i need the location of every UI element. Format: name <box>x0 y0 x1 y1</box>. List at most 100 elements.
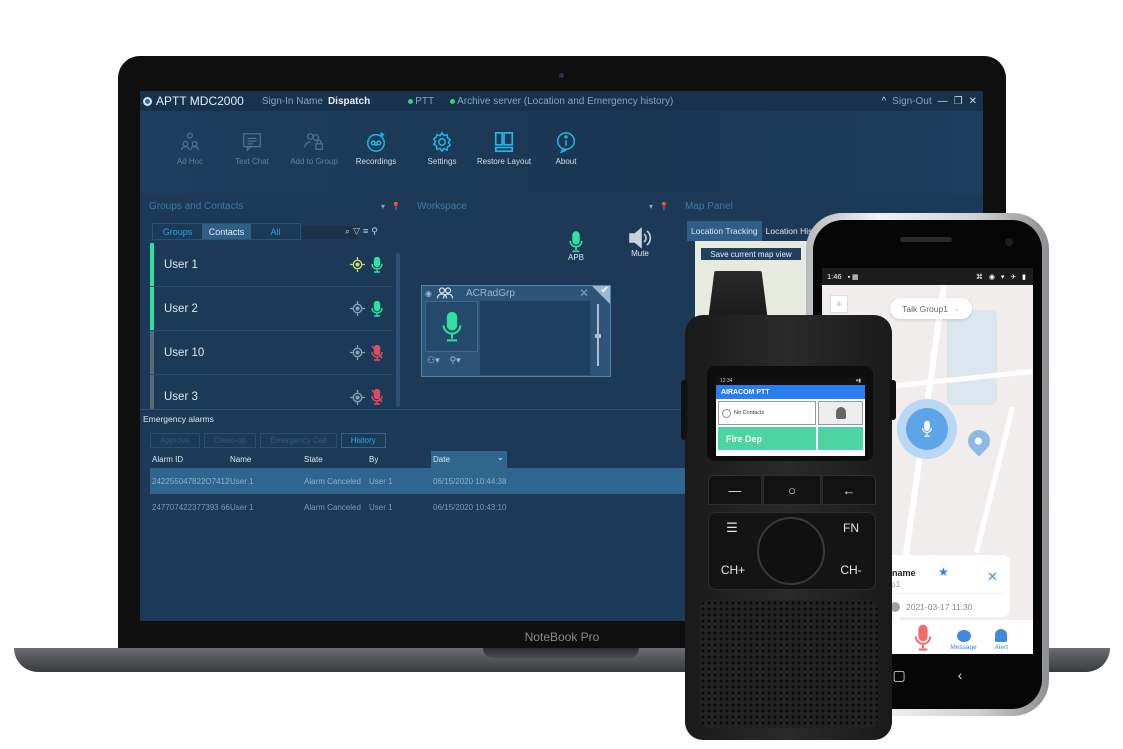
cell-state: Alarm Canceled <box>304 502 361 512</box>
back-button-icon[interactable]: ‹ <box>958 667 963 683</box>
col-name[interactable]: Name <box>230 455 304 464</box>
ribbon-restore-layout-button[interactable]: Restore Layout <box>474 111 534 193</box>
panel-menu-icon[interactable]: ▾ <box>381 202 385 211</box>
radio-side-key[interactable] <box>890 380 896 420</box>
contact-row[interactable]: User 1 <box>150 243 393 287</box>
contact-row[interactable]: User 2 <box>150 287 393 331</box>
close-icon[interactable]: ✕ <box>969 96 977 107</box>
close-icon[interactable]: ✕ <box>579 286 589 300</box>
mic-icon[interactable] <box>371 300 383 317</box>
cell-alarm-id: 242255047822O7412 <box>152 476 230 486</box>
map-pin-icon[interactable] <box>963 425 995 457</box>
radio-status-icons: ▾▮ <box>855 378 861 384</box>
locate-icon[interactable] <box>350 389 365 405</box>
ribbon-textchat-button[interactable]: Text Chat <box>222 111 282 193</box>
map-zoom-in-button[interactable]: + <box>830 295 848 313</box>
signout-button[interactable]: Sign-Out <box>892 96 931 107</box>
locate-icon[interactable] <box>350 257 365 272</box>
save-map-view-button[interactable]: Save current map view <box>701 248 801 260</box>
radio-channel-extra[interactable] <box>818 427 863 450</box>
radio-key-back[interactable]: ← <box>822 475 876 505</box>
system-status-icons: ⌘ ◉ ▾ ✈ ▮ <box>975 273 1028 281</box>
col-by[interactable]: By <box>369 455 431 464</box>
star-icon[interactable]: ★ <box>938 565 949 579</box>
radio-time: 12:34 <box>720 378 733 384</box>
tab-groups[interactable]: Groups <box>153 224 202 239</box>
tab-contacts[interactable]: Contacts <box>202 224 251 239</box>
ribbon-adhoc-button[interactable]: Ad Hoc <box>160 111 220 193</box>
no-contacts-label: No Contacts <box>734 410 765 416</box>
mic-muted-icon[interactable] <box>371 389 383 405</box>
tab-location-tracking[interactable]: Location Tracking <box>687 221 762 241</box>
emergency-call-button[interactable]: Emergency Call <box>260 433 337 448</box>
ribbon-addgroup-button[interactable]: Add to Group <box>284 111 344 193</box>
tab-message[interactable]: Message <box>950 630 977 651</box>
ribbon-settings-button[interactable]: Settings <box>412 111 472 193</box>
collapse-ribbon-icon[interactable]: ^ <box>881 96 886 107</box>
talk-group-selector[interactable]: Talk Group1 ⌄ <box>890 298 972 319</box>
volume-slider-knob[interactable] <box>595 334 601 338</box>
radio-select-icon[interactable]: ◉ <box>425 289 432 298</box>
pin-icon[interactable]: 📍 <box>391 202 401 211</box>
mic-muted-icon[interactable] <box>371 344 383 361</box>
tab-alert[interactable]: Alert <box>995 629 1008 651</box>
radio-side-ptt-key[interactable] <box>681 380 687 440</box>
user-dropdown-icon[interactable]: ⚲▾ <box>450 355 461 366</box>
user-locate-icon[interactable]: ⚲ <box>371 226 378 237</box>
col-date[interactable]: Date ⌄ <box>431 451 507 468</box>
emergency-actions: Approve Clean-up Emergency Call History <box>150 433 386 448</box>
signin-name: Dispatch <box>327 95 371 107</box>
home-button-icon[interactable]: ▢ <box>893 667 906 684</box>
radio-dpad[interactable] <box>757 517 825 585</box>
radio-key-ch-minus[interactable]: CH- <box>830 558 872 582</box>
avatar-icon <box>722 408 731 418</box>
radio-app-title: AIRACOM PTT <box>716 385 865 399</box>
tab-all[interactable]: All <box>251 224 300 239</box>
group-card-name: ACRadGrp <box>465 287 515 299</box>
radio-channel-button[interactable]: Fire Dep <box>718 427 816 450</box>
pin-icon[interactable]: 📍 <box>659 202 669 211</box>
radio-key-ok[interactable]: ○ <box>763 475 821 505</box>
app-titlebar: APTT MDC2000 Sign-In Name Dispatch PTT A… <box>140 91 983 111</box>
group-members-dropdown-icon[interactable]: ⚇▾ <box>427 355 440 366</box>
restore-icon[interactable]: ❐ <box>954 96 963 107</box>
filter-icon[interactable]: ▽ <box>353 226 360 237</box>
ribbon-about-button[interactable]: About <box>536 111 596 193</box>
speaker-icon <box>629 227 652 249</box>
mute-label: Mute <box>631 249 649 258</box>
group-card[interactable]: ◉ ACRadGrp ✕ ✔ ⚇▾ ⚲▾ <box>421 285 611 377</box>
laptop-camera <box>559 73 564 78</box>
search-icon[interactable]: ⌕ <box>345 226 350 237</box>
workspace-panel: Workspace ▾ 📍 APB Mute ◉ ACRadGrp ✕ ✔ ⚇▾… <box>410 195 677 409</box>
sort-icon[interactable]: ≡ <box>363 226 368 237</box>
bell-icon <box>995 629 1008 642</box>
mic-icon[interactable] <box>371 256 383 273</box>
locate-icon[interactable] <box>350 345 365 360</box>
approve-button[interactable]: Approve <box>150 433 200 448</box>
col-state[interactable]: State <box>304 455 369 464</box>
contact-name: User 1 <box>164 258 198 271</box>
apb-button[interactable]: APB <box>568 231 584 262</box>
radio-key-menu[interactable]: ☰ <box>712 516 752 540</box>
tab-ptt[interactable] <box>914 625 932 651</box>
contact-row[interactable]: User 10 <box>150 331 393 375</box>
history-button[interactable]: History <box>340 433 386 448</box>
radio-contacts-button[interactable] <box>818 401 863 425</box>
radio-key-ch-plus[interactable]: CH+ <box>712 558 754 582</box>
radio-key-minus[interactable]: — <box>708 475 762 505</box>
contacts-scrollbar[interactable] <box>396 253 400 407</box>
cleanup-button[interactable]: Clean-up <box>203 433 257 448</box>
user-location-marker[interactable] <box>906 408 948 450</box>
radio-no-contacts[interactable]: No Contacts <box>718 401 816 425</box>
close-icon[interactable]: ✕ <box>987 569 998 585</box>
locate-icon[interactable] <box>350 301 365 316</box>
col-alarm-id[interactable]: Alarm ID <box>150 455 230 464</box>
radio-key-fn[interactable]: FN <box>830 516 872 540</box>
ribbon-recordings-button[interactable]: Recordings <box>346 111 406 193</box>
mute-button[interactable]: Mute <box>628 227 652 258</box>
cell-date: 06/15/2020 10:43:10 <box>433 502 507 512</box>
ptt-button[interactable] <box>425 301 478 352</box>
notification-icons: ▪ ▦ <box>847 273 859 281</box>
minimize-icon[interactable]: — <box>938 96 948 107</box>
panel-menu-icon[interactable]: ▾ <box>649 202 653 211</box>
